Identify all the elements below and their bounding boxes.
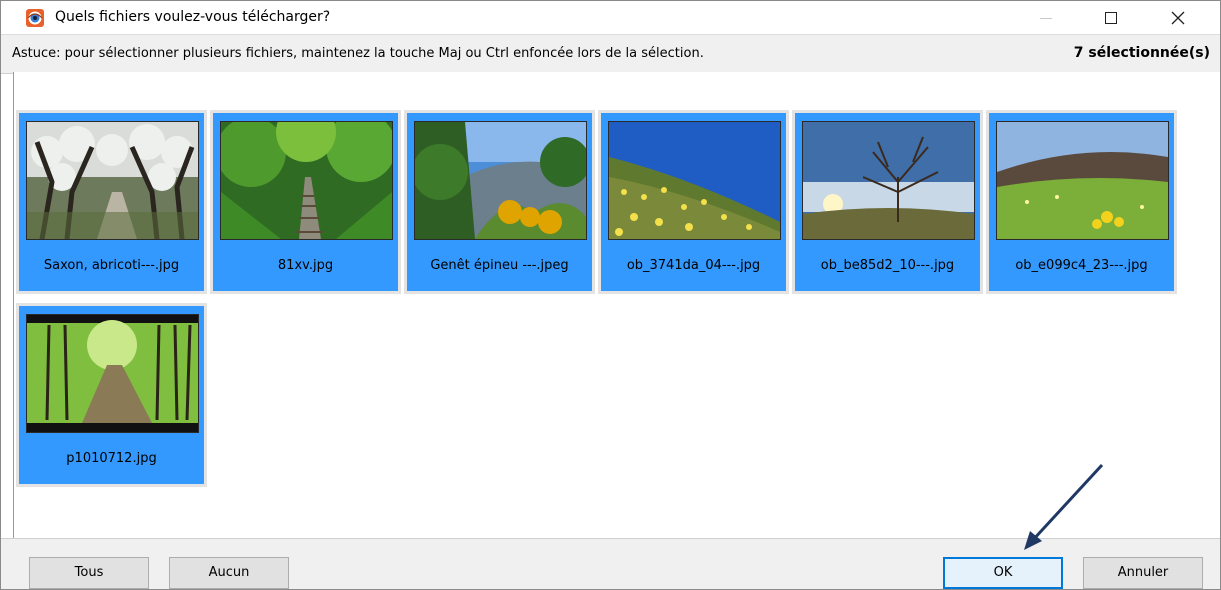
file-name: ob_be85d2_10---.jpg [820,258,955,273]
select-all-button[interactable]: Tous [29,557,149,589]
thumbnail-image [26,314,199,433]
annotation-arrow-icon [1024,463,1104,550]
thumbnail-image [26,121,199,240]
minimize-icon [1040,18,1052,19]
file-name: ob_3741da_04---.jpg [626,258,761,273]
window-title: Quels fichiers voulez-vous télécharger? [55,9,331,25]
file-tile[interactable]: ob_be85d2_10---.jpg [792,110,983,294]
thumbnail-image [220,121,393,240]
thumbnail-image [996,121,1169,240]
title-bar[interactable]: Quels fichiers voulez-vous télécharger? [1,1,1220,34]
thumbnail-image [608,121,781,240]
file-name: 81xv.jpg [277,258,334,273]
file-name: p1010712.jpg [66,451,157,466]
hint-bar: Astuce: pour sélectionner plusieurs fich… [1,34,1220,74]
file-tile[interactable]: Saxon, abricoti---.jpg [16,110,207,294]
file-tile[interactable]: p1010712.jpg [16,303,207,487]
file-tile[interactable]: Genêt épineu ---.jpeg [404,110,595,294]
thumbnail-image [414,121,587,240]
selected-count: 7 sélectionnée(s) [1073,45,1210,61]
hint-text: Astuce: pour sélectionner plusieurs fich… [12,46,704,61]
close-button[interactable] [1155,1,1201,34]
maximize-button[interactable] [1089,1,1135,34]
file-tile[interactable]: ob_e099c4_23---.jpg [986,110,1177,294]
file-name: Saxon, abricoti---.jpg [43,258,180,273]
app-icon [25,8,45,28]
file-name: ob_e099c4_23---.jpg [1015,258,1148,273]
maximize-icon [1105,12,1117,24]
minimize-button[interactable] [1023,1,1069,34]
ok-button[interactable]: OK [943,557,1063,589]
file-tile[interactable]: 81xv.jpg [210,110,401,294]
thumbnail-image [802,121,975,240]
select-none-button[interactable]: Aucun [169,557,289,589]
file-tile[interactable]: ob_3741da_04---.jpg [598,110,789,294]
file-name: Genêt épineu ---.jpeg [430,258,569,273]
close-icon [1171,11,1185,25]
cancel-button[interactable]: Annuler [1083,557,1203,589]
